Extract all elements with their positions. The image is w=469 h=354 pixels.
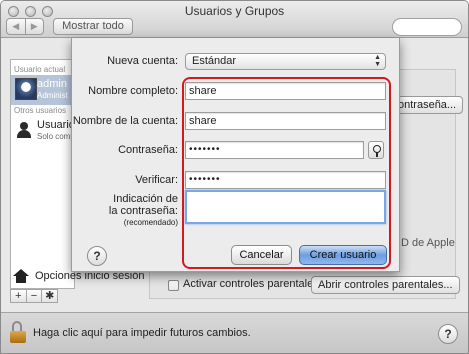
avatar: [15, 78, 37, 100]
hint-label-line2: la contraseña:: [108, 205, 178, 217]
forward-arrow-icon[interactable]: ▶: [24, 19, 44, 34]
password-hint-field[interactable]: [185, 190, 386, 224]
help-button[interactable]: ?: [438, 324, 458, 344]
search-input[interactable]: [392, 18, 462, 36]
full-name-field[interactable]: share: [185, 82, 386, 100]
user-icon: [17, 122, 31, 138]
other-users-section-label: Otros usuarios: [14, 106, 67, 115]
user-role: Administ: [37, 91, 68, 100]
user-name: admin: [37, 78, 67, 90]
key-icon[interactable]: [368, 141, 384, 159]
password-label: Contraseña:: [118, 144, 178, 156]
hint-label-line1: Indicación de: [113, 193, 178, 205]
users-list: Usuario actual admin Administ Otros usua…: [10, 59, 79, 289]
verify-label: Verificar:: [135, 174, 178, 186]
change-password-button[interactable]: ontraseña...: [394, 96, 464, 114]
back-arrow-icon[interactable]: ◀: [7, 19, 25, 34]
user-row-admin[interactable]: admin Administ: [11, 75, 74, 105]
list-buttons: + − ✱: [10, 289, 58, 303]
remove-user-button[interactable]: −: [25, 290, 42, 302]
lock-icon[interactable]: [10, 321, 26, 343]
user-name: Usuario: [37, 119, 75, 131]
create-user-button[interactable]: Crear usuario: [299, 245, 387, 265]
full-name-label: Nombre completo:: [88, 85, 178, 97]
apple-id-text: D de Apple: [401, 237, 455, 249]
password-field[interactable]: •••••••: [185, 141, 364, 159]
account-type-popup[interactable]: Estándar ▲ ▼: [185, 53, 386, 70]
hint-label-line3: (recomendado): [123, 218, 178, 227]
parental-controls-checkbox[interactable]: [168, 280, 179, 291]
help-button[interactable]: ?: [87, 246, 107, 266]
footer-bar: Haga clic aquí para impedir futuros camb…: [1, 312, 468, 353]
show-all-button[interactable]: Mostrar todo: [53, 18, 133, 35]
account-name-label: Nombre de la cuenta:: [72, 115, 178, 127]
account-name-field[interactable]: share: [185, 112, 386, 130]
user-row-other[interactable]: Usuario Solo compa: [11, 116, 79, 146]
popup-arrows-icon: ▲ ▼: [374, 54, 381, 68]
cancel-button[interactable]: Cancelar: [231, 245, 292, 265]
users-groups-window: Usuarios y Grupos ◀ ▶ Mostrar todo Usuar…: [0, 0, 469, 354]
back-forward-control: ◀ ▶: [6, 18, 44, 35]
parental-controls-label: Activar controles parentales: [183, 278, 319, 290]
current-user-section-label: Usuario actual: [14, 65, 66, 74]
open-parental-controls-button[interactable]: Abrir controles parentales...: [311, 276, 460, 294]
lock-instructions: Haga clic aquí para impedir futuros camb…: [33, 327, 251, 339]
title-bar: Usuarios y Grupos ◀ ▶ Mostrar todo: [1, 1, 468, 38]
window-title: Usuarios y Grupos: [184, 4, 285, 18]
account-type-value: Estándar: [192, 55, 237, 67]
gear-icon[interactable]: ✱: [41, 290, 57, 302]
new-account-label: Nueva cuenta:: [107, 55, 178, 67]
new-account-sheet: Nueva cuenta: Estándar ▲ ▼ Nombre complet…: [71, 38, 400, 272]
house-icon: [13, 269, 29, 283]
add-user-button[interactable]: +: [11, 290, 26, 302]
verify-field[interactable]: •••••••: [185, 171, 386, 189]
